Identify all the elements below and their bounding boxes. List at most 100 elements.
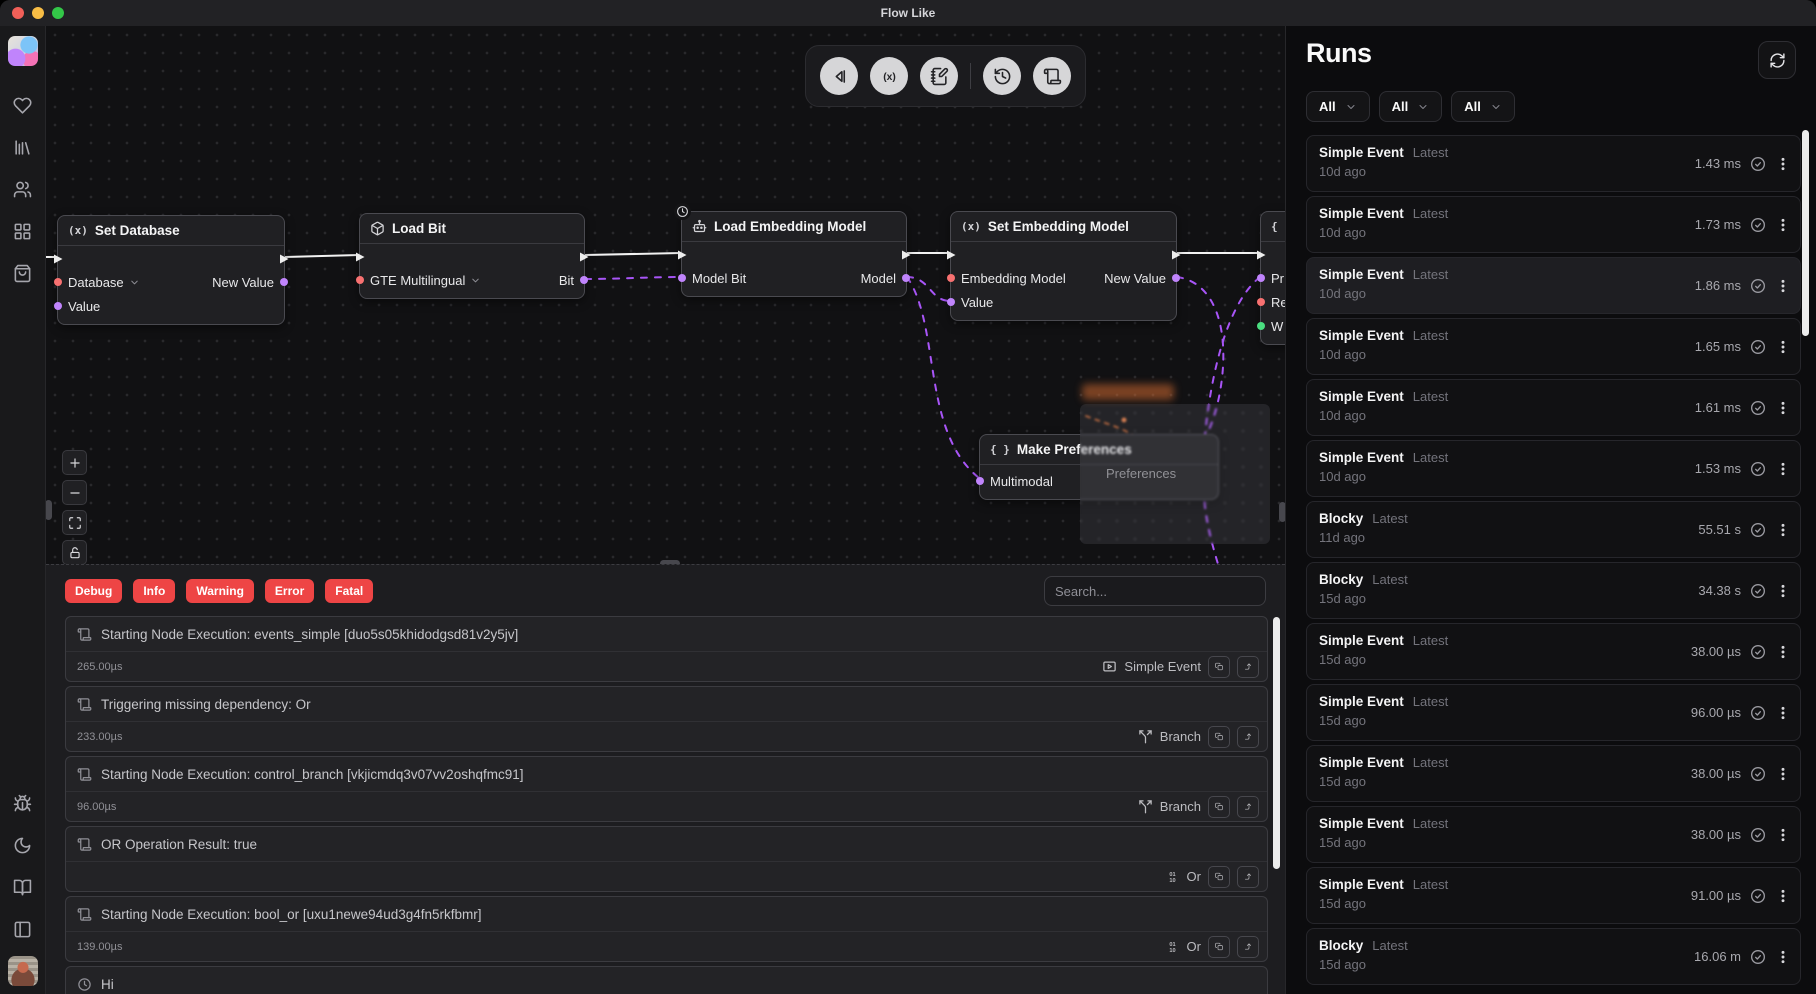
input-pin[interactable] (1257, 274, 1265, 282)
zoom-in-button[interactable] (62, 450, 87, 475)
exec-out-pin[interactable] (278, 252, 290, 264)
log-filter-debug[interactable]: Debug (65, 579, 122, 603)
bug-icon[interactable] (8, 788, 38, 818)
shopping-bag-icon[interactable] (8, 258, 38, 288)
back-button[interactable] (820, 57, 858, 95)
log-entry[interactable]: OR Operation Result: true0110Or (65, 826, 1268, 892)
fit-view-button[interactable] (62, 510, 87, 535)
output-pin[interactable] (902, 274, 910, 282)
run-item[interactable]: Simple EventLatest15d ago91.00 µs (1306, 867, 1801, 924)
run-menu-button[interactable] (1775, 400, 1791, 416)
exec-in-pin[interactable] (676, 248, 688, 260)
library-icon[interactable] (8, 132, 38, 162)
refresh-runs-button[interactable] (1758, 41, 1796, 79)
history-button[interactable] (983, 57, 1021, 95)
node-set-embedding-model[interactable]: (x)Set Embedding ModelEmbedding ModelNew… (950, 211, 1177, 321)
app-logo[interactable] (8, 36, 38, 66)
run-item[interactable]: Simple EventLatest10d ago1.43 ms (1306, 135, 1801, 192)
log-filter-info[interactable]: Info (133, 579, 175, 603)
log-filter-fatal[interactable]: Fatal (325, 579, 373, 603)
right-resize-handle[interactable] (1279, 502, 1285, 522)
copy-log-button[interactable] (1208, 726, 1230, 748)
node-output-node[interactable]: { }PrReW (1260, 211, 1285, 345)
output-pin[interactable] (580, 276, 588, 284)
run-menu-button[interactable] (1775, 522, 1791, 538)
variables-button[interactable]: (x) (870, 57, 908, 95)
run-menu-button[interactable] (1775, 583, 1791, 599)
node-load-embedding-model[interactable]: Load Embedding ModelModel BitModel (681, 211, 907, 297)
exec-in-pin[interactable] (354, 250, 366, 262)
log-entry[interactable]: Hi (65, 966, 1268, 994)
input-pin[interactable] (1257, 322, 1265, 330)
log-entry[interactable]: Starting Node Execution: bool_or [uxu1ne… (65, 896, 1268, 962)
exec-in-pin[interactable] (1255, 248, 1267, 260)
runs-filter-dropdown-3[interactable]: All (1451, 91, 1515, 122)
run-item[interactable]: Simple EventLatest15d ago96.00 µs (1306, 684, 1801, 741)
copy-log-button[interactable] (1208, 656, 1230, 678)
chevron-down-icon[interactable] (470, 275, 481, 286)
book-open-icon[interactable] (8, 872, 38, 902)
log-filter-warning[interactable]: Warning (186, 579, 254, 603)
panel-icon[interactable] (8, 914, 38, 944)
run-item[interactable]: BlockyLatest11d ago55.51 s (1306, 501, 1801, 558)
run-menu-button[interactable] (1775, 888, 1791, 904)
exec-in-pin[interactable] (52, 252, 64, 264)
run-menu-button[interactable] (1775, 278, 1791, 294)
run-menu-button[interactable] (1775, 339, 1791, 355)
jump-to-node-button[interactable] (1237, 656, 1259, 678)
run-item[interactable]: Simple EventLatest10d ago1.61 ms (1306, 379, 1801, 436)
input-pin[interactable] (54, 302, 62, 310)
zoom-window-button[interactable] (52, 7, 64, 19)
log-search-input[interactable] (1044, 576, 1266, 606)
script-button[interactable] (1033, 57, 1071, 95)
log-entry[interactable]: Starting Node Execution: control_branch … (65, 756, 1268, 822)
exec-out-pin[interactable] (900, 248, 912, 260)
output-pin[interactable] (1172, 274, 1180, 282)
minimize-window-button[interactable] (32, 7, 44, 19)
run-item[interactable]: Simple EventLatest15d ago38.00 µs (1306, 806, 1801, 863)
left-resize-handle[interactable] (46, 500, 52, 520)
run-item[interactable]: Simple EventLatest10d ago1.73 ms (1306, 196, 1801, 253)
node-set-database[interactable]: (x)Set DatabaseDatabaseNew ValueValue (57, 215, 285, 325)
exec-out-pin[interactable] (1170, 248, 1182, 260)
lock-button[interactable] (62, 540, 87, 564)
run-menu-button[interactable] (1775, 949, 1791, 965)
chevron-down-icon[interactable] (129, 277, 140, 288)
input-pin[interactable] (356, 276, 364, 284)
users-icon[interactable] (8, 174, 38, 204)
run-item[interactable]: Simple EventLatest15d ago38.00 µs (1306, 623, 1801, 680)
jump-to-node-button[interactable] (1237, 936, 1259, 958)
jump-to-node-button[interactable] (1237, 726, 1259, 748)
run-item[interactable]: Simple EventLatest10d ago1.65 ms (1306, 318, 1801, 375)
run-item[interactable]: BlockyLatest15d ago16.06 m (1306, 928, 1801, 985)
close-window-button[interactable] (12, 7, 24, 19)
run-item[interactable]: BlockyLatest15d ago34.38 s (1306, 562, 1801, 619)
node-load-bit[interactable]: Load BitGTE MultilingualBit (359, 213, 585, 299)
log-filter-error[interactable]: Error (265, 579, 314, 603)
output-pin[interactable] (280, 278, 288, 286)
input-pin[interactable] (678, 274, 686, 282)
run-menu-button[interactable] (1775, 705, 1791, 721)
exec-out-pin[interactable] (578, 250, 590, 262)
run-menu-button[interactable] (1775, 644, 1791, 660)
run-menu-button[interactable] (1775, 156, 1791, 172)
copy-log-button[interactable] (1208, 796, 1230, 818)
notebook-button[interactable] (920, 57, 958, 95)
input-pin[interactable] (947, 274, 955, 282)
log-scrollbar[interactable] (1273, 617, 1280, 869)
grid-icon[interactable] (8, 216, 38, 246)
jump-to-node-button[interactable] (1237, 796, 1259, 818)
moon-icon[interactable] (8, 830, 38, 860)
input-pin[interactable] (1257, 298, 1265, 306)
heart-icon[interactable] (8, 90, 38, 120)
runs-filter-dropdown-2[interactable]: All (1379, 91, 1443, 122)
run-menu-button[interactable] (1775, 217, 1791, 233)
run-item[interactable]: Simple EventLatest15d ago38.00 µs (1306, 745, 1801, 802)
log-entry[interactable]: Starting Node Execution: events_simple [… (65, 616, 1268, 682)
run-menu-button[interactable] (1775, 827, 1791, 843)
runs-filter-dropdown-1[interactable]: All (1306, 91, 1370, 122)
run-item[interactable]: Simple EventLatest10d ago1.53 ms (1306, 440, 1801, 497)
zoom-out-button[interactable] (62, 480, 87, 505)
run-menu-button[interactable] (1775, 461, 1791, 477)
input-pin[interactable] (54, 278, 62, 286)
